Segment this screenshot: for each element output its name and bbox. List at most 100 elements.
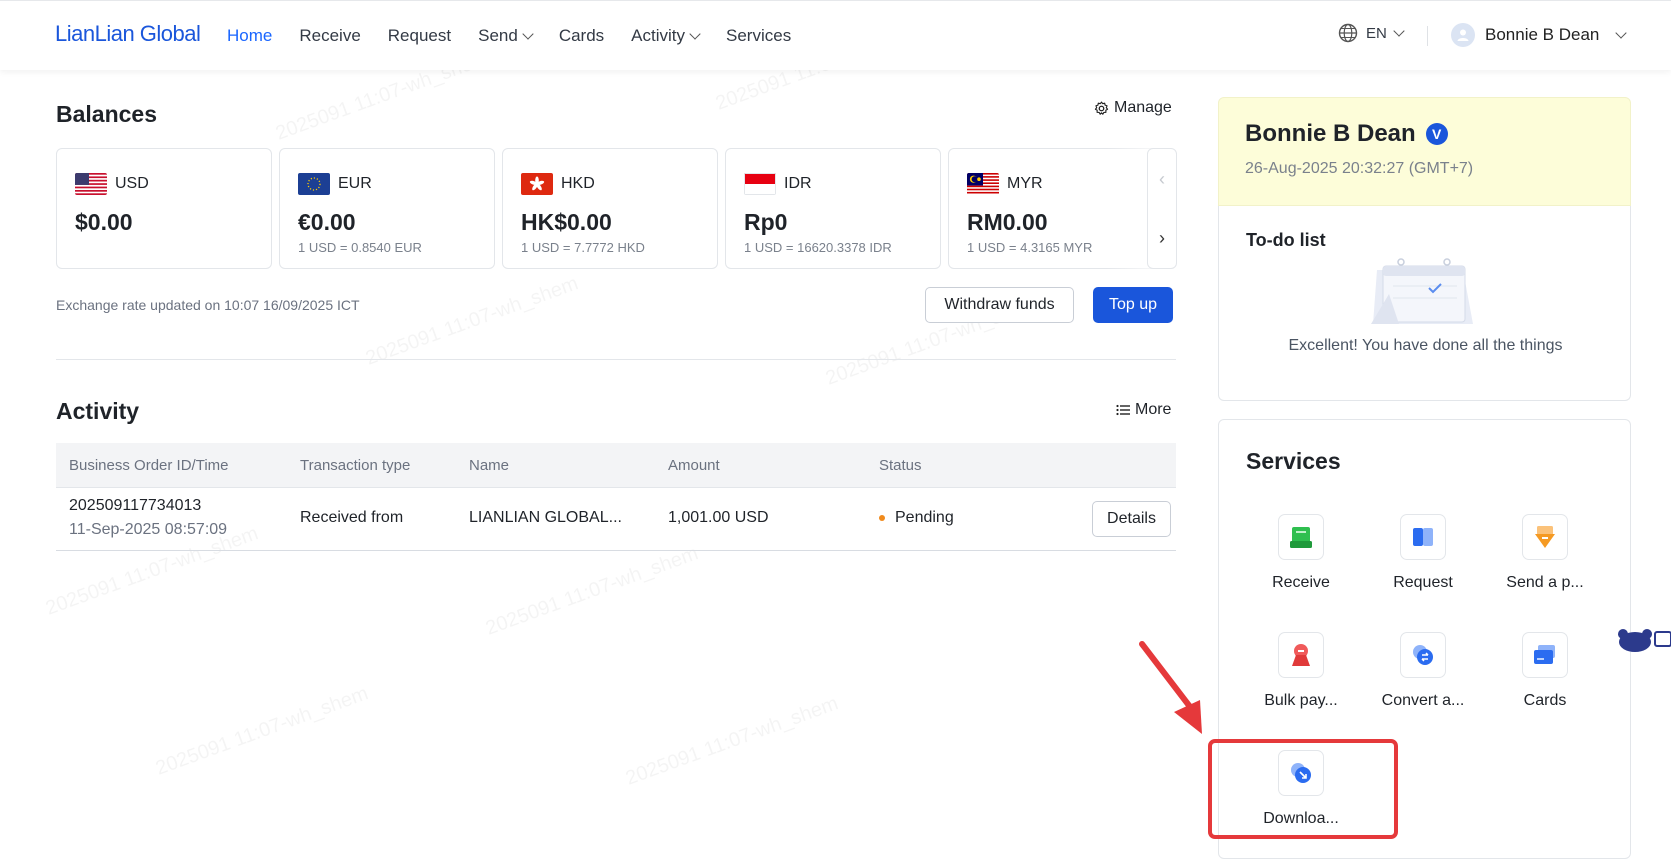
request-icon <box>1413 528 1433 546</box>
service-label: Convert a... <box>1381 692 1465 709</box>
balance-card-eur[interactable]: EUR €0.00 1 USD = 0.8540 EUR <box>279 148 495 269</box>
todo-empty-message: Excellent! You have done all the things <box>1288 337 1563 354</box>
todo-card: To-do list Excellent! You have done all … <box>1218 206 1631 401</box>
us-flag-icon <box>75 173 107 195</box>
bulk-payment-icon <box>1292 644 1310 666</box>
manage-button[interactable]: Manage <box>1094 99 1172 117</box>
exchange-rate: 1 USD = 16620.3378 IDR <box>744 240 892 255</box>
balance-amount: HK$0.00 <box>521 209 612 235</box>
column-header: Business Order ID/Time <box>69 457 229 474</box>
exchange-rate: 1 USD = 7.7772 HKD <box>521 240 645 255</box>
withdraw-funds-button[interactable]: Withdraw funds <box>925 287 1074 323</box>
globe-icon <box>1338 23 1358 43</box>
currency-code: IDR <box>784 175 812 192</box>
chat-helper-icon[interactable] <box>1617 628 1671 658</box>
column-header: Name <box>469 457 510 474</box>
nav-item-send[interactable]: Send <box>478 26 534 46</box>
table-row[interactable]: 202509117734013 11-Sep-2025 08:57:09 Rec… <box>56 488 1176 551</box>
calendar-illustration-icon <box>1371 258 1473 324</box>
language-label: EN <box>1366 24 1387 42</box>
red-arrow-annotation <box>1139 641 1202 734</box>
user-icon <box>1457 29 1469 41</box>
gear-icon <box>1094 101 1109 115</box>
list-icon <box>1116 404 1130 416</box>
todo-title: To-do list <box>1246 230 1326 250</box>
column-header: Status <box>879 457 922 474</box>
watermark: 2025091 11:07-wh_shem <box>483 542 702 640</box>
convert-icon <box>1413 645 1433 665</box>
service-bulk-payment[interactable]: Bulk pay... <box>1240 632 1362 710</box>
service-send-payment[interactable]: Send a p... <box>1484 514 1606 592</box>
activity-title: Activity <box>56 398 140 424</box>
chevron-down-icon <box>1615 26 1628 39</box>
service-cards[interactable]: Cards <box>1484 632 1606 710</box>
order-time: 11-Sep-2025 08:57:09 <box>69 521 228 538</box>
user-menu[interactable]: Bonnie B Dean <box>1451 23 1628 47</box>
balance-card-idr[interactable]: IDR Rp0 1 USD = 16620.3378 IDR <box>725 148 941 269</box>
more-label: More <box>1135 401 1172 418</box>
service-label: Receive <box>1272 574 1330 591</box>
service-label: Request <box>1393 574 1453 591</box>
chevron-down-icon <box>689 27 701 40</box>
nav-item-receive[interactable]: Receive <box>299 26 360 46</box>
details-button[interactable]: Details <box>1092 501 1171 537</box>
nav-item-label: Activity <box>631 26 686 45</box>
service-request[interactable]: Request <box>1362 514 1484 592</box>
balance-cards: USD $0.00 EUR €0.00 1 USD = 0.8540 EUR H… <box>56 148 1176 269</box>
service-convert[interactable]: Convert a... <box>1362 632 1484 710</box>
exchange-rate-note: Exchange rate updated on 10:07 16/09/202… <box>56 297 360 313</box>
services-title: Services <box>1246 448 1341 474</box>
profile-name: Bonnie B Dean <box>1245 120 1416 147</box>
service-label: Send a p... <box>1506 574 1584 591</box>
order-id: 202509117734013 <box>69 497 202 514</box>
nav-item-services[interactable]: Services <box>726 26 791 46</box>
service-label: Cards <box>1523 692 1567 709</box>
nav-item-label: Home <box>227 26 273 45</box>
balance-amount: RM0.00 <box>967 209 1048 235</box>
balance-scroller: ‹ › <box>1147 148 1177 269</box>
section-divider <box>56 359 1176 360</box>
nav-item-activity[interactable]: Activity <box>631 26 701 46</box>
status-badge: Pending <box>879 509 954 527</box>
watermark: 2025091 11:07-wh_shem <box>153 682 372 780</box>
balance-amount: $0.00 <box>75 209 133 235</box>
chevron-down-icon <box>522 27 534 40</box>
logo[interactable]: LianLian Global <box>55 21 201 47</box>
balance-card-myr[interactable]: MYR RM0.00 1 USD = 4.3165 MYR <box>948 148 1164 269</box>
balance-card-usd[interactable]: USD $0.00 <box>56 148 272 269</box>
login-datetime: 26-Aug-2025 20:32:27 (GMT+7) <box>1245 160 1474 177</box>
send-payment-icon <box>1535 526 1555 548</box>
verified-badge-icon: V <box>1425 123 1448 145</box>
cards-icon <box>1534 645 1555 664</box>
nav-item-label: Send <box>478 26 518 45</box>
balance-card-hkd[interactable]: HKD HK$0.00 1 USD = 7.7772 HKD <box>502 148 718 269</box>
balances-title: Balances <box>56 101 158 127</box>
chevron-left-icon: ‹ <box>1159 168 1165 189</box>
status-label: Pending <box>895 509 954 526</box>
main-nav: Home Receive Request Send Cards Activity… <box>227 1 791 71</box>
chevron-down-icon <box>1393 24 1405 37</box>
scroll-left-button[interactable]: ‹ <box>1148 149 1176 209</box>
more-button[interactable]: More <box>1116 401 1171 419</box>
nav-item-home[interactable]: Home <box>227 26 272 46</box>
service-receive[interactable]: Receive <box>1240 514 1362 592</box>
hk-flag-icon <box>521 173 553 195</box>
nav-item-label: Cards <box>558 26 605 45</box>
highlight-box-annotation <box>1208 739 1398 839</box>
id-flag-icon <box>744 173 776 195</box>
nav-item-request[interactable]: Request <box>388 26 451 46</box>
balance-amount: Rp0 <box>744 209 788 235</box>
currency-code: EUR <box>338 175 372 192</box>
balance-amount: €0.00 <box>298 209 356 235</box>
exchange-rate: 1 USD = 0.8540 EUR <box>298 240 422 255</box>
nav-item-cards[interactable]: Cards <box>559 26 604 46</box>
language-selector[interactable]: EN <box>1338 23 1405 43</box>
watermark: 2025091 11:07-wh_shem <box>623 692 842 790</box>
top-up-button[interactable]: Top up <box>1093 287 1173 323</box>
watermark: 2025091 11:07-wh_shem <box>363 272 582 370</box>
scroll-right-button[interactable]: › <box>1148 209 1176 268</box>
service-label: Bulk pay... <box>1264 692 1338 709</box>
manage-label: Manage <box>1114 99 1172 116</box>
column-header: Transaction type <box>300 457 411 474</box>
counterparty-name: LIANLIAN GLOBAL... <box>469 509 622 526</box>
